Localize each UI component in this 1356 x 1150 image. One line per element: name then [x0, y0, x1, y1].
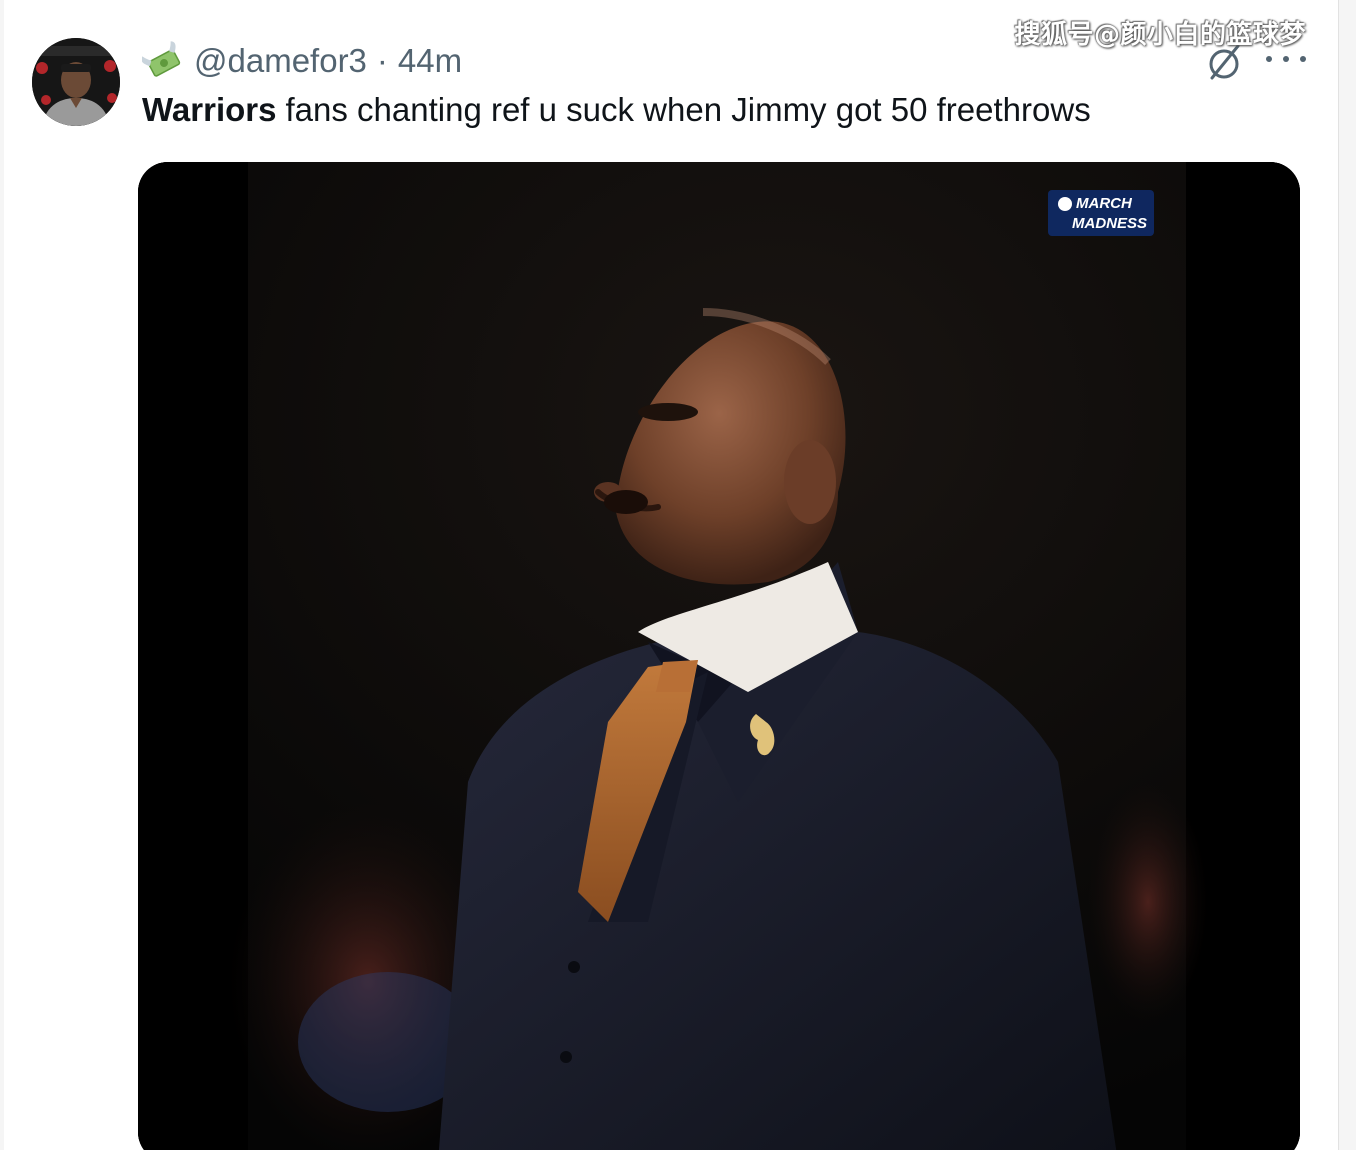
tweet-timestamp[interactable]: 44m — [398, 42, 462, 80]
tweet-text-strong: Warriors — [142, 91, 277, 128]
badge-line1: MARCH — [1076, 195, 1133, 212]
user-avatar[interactable] — [32, 38, 120, 126]
page: @damefor3 · 44m Warriors fans chanting re… — [0, 0, 1356, 1150]
separator-dot: · — [376, 42, 388, 79]
dot — [1283, 56, 1289, 62]
tweet-media-photo[interactable]: MARCH MADNESS — [138, 162, 1300, 1150]
tweet-text: Warriors fans chanting ref u suck when Ji… — [142, 88, 1091, 132]
march-madness-badge: MARCH MADNESS — [1048, 190, 1154, 236]
photo-image: MARCH MADNESS — [138, 162, 1300, 1150]
badge-line2: MADNESS — [1072, 215, 1147, 232]
dot — [1266, 56, 1272, 62]
dot — [1300, 56, 1306, 62]
watermark: 搜狐号@颜小白的篮球梦 — [1014, 20, 1306, 50]
avatar-image — [32, 38, 120, 126]
money-with-wings-icon — [142, 41, 181, 77]
user-handle[interactable]: @damefor3 — [194, 42, 367, 80]
tweet-text-rest: fans chanting ref u suck when Jimmy got … — [285, 91, 1091, 128]
tweet-header: @damefor3 · 44m — [142, 38, 462, 84]
